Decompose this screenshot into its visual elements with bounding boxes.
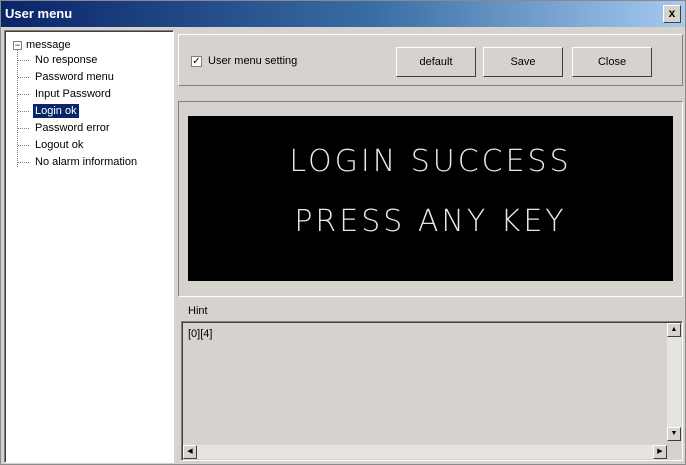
hint-label: Hint [188, 305, 208, 317]
message-tree[interactable]: − message No response Password menu Inpu… [4, 30, 174, 463]
tree-item-label-selected[interactable]: Login ok [33, 104, 79, 118]
scrollbar-corner [667, 445, 681, 459]
hint-textbox[interactable]: [0][4] ▲ ▼ ◀ ▶ [181, 321, 683, 461]
tree-item-label[interactable]: No response [33, 53, 99, 67]
user-menu-window: User menu x − message No response Passwo… [0, 0, 686, 465]
default-button[interactable]: default [396, 47, 476, 77]
tree-item-password-menu[interactable]: Password menu [18, 69, 116, 85]
save-button[interactable]: Save [483, 47, 563, 77]
tree-item-no-response[interactable]: No response [18, 52, 99, 68]
tree-item-label[interactable]: Password error [33, 121, 112, 135]
vertical-scrollbar[interactable]: ▲ ▼ [667, 323, 681, 441]
preview-line-2: PRESS ANY KEY [294, 204, 567, 239]
scroll-right-icon[interactable]: ▶ [653, 445, 667, 459]
tree-item-input-password[interactable]: Input Password [18, 86, 113, 102]
checkbox-check-icon[interactable]: ✓ [191, 55, 202, 67]
tree-item-logout-ok[interactable]: Logout ok [18, 137, 85, 153]
tree-root-label: message [26, 39, 71, 51]
hint-value: [0][4] [188, 328, 213, 340]
checkbox-label: User menu setting [208, 55, 298, 67]
user-menu-setting-option[interactable]: ✓ User menu setting [191, 55, 297, 67]
lcd-preview-screen: LOGIN SUCCESS PRESS ANY KEY [188, 116, 673, 281]
scroll-left-icon[interactable]: ◀ [183, 445, 197, 459]
tree-item-login-ok[interactable]: Login ok [18, 103, 79, 119]
preview-line-1: LOGIN SUCCESS [289, 144, 572, 179]
window-title: User menu [5, 6, 73, 21]
tree-item-no-alarm-information[interactable]: No alarm information [18, 154, 139, 170]
settings-toolbar: ✓ User menu setting default Save Close [178, 34, 683, 86]
scroll-up-icon[interactable]: ▲ [667, 323, 681, 337]
tree-item-label[interactable]: No alarm information [33, 155, 139, 169]
scroll-down-icon[interactable]: ▼ [667, 427, 681, 441]
menu-preview-panel: LOGIN SUCCESS PRESS ANY KEY [178, 101, 683, 297]
close-button[interactable]: Close [572, 47, 652, 77]
tree-item-label[interactable]: Logout ok [33, 138, 85, 152]
tree-root-message[interactable]: − message [13, 39, 71, 51]
title-bar[interactable]: User menu x [1, 1, 685, 27]
close-icon[interactable]: x [663, 5, 681, 23]
horizontal-scrollbar[interactable]: ◀ ▶ [183, 445, 667, 459]
tree-item-label[interactable]: Input Password [33, 87, 113, 101]
tree-item-password-error[interactable]: Password error [18, 120, 112, 136]
tree-item-label[interactable]: Password menu [33, 70, 116, 84]
